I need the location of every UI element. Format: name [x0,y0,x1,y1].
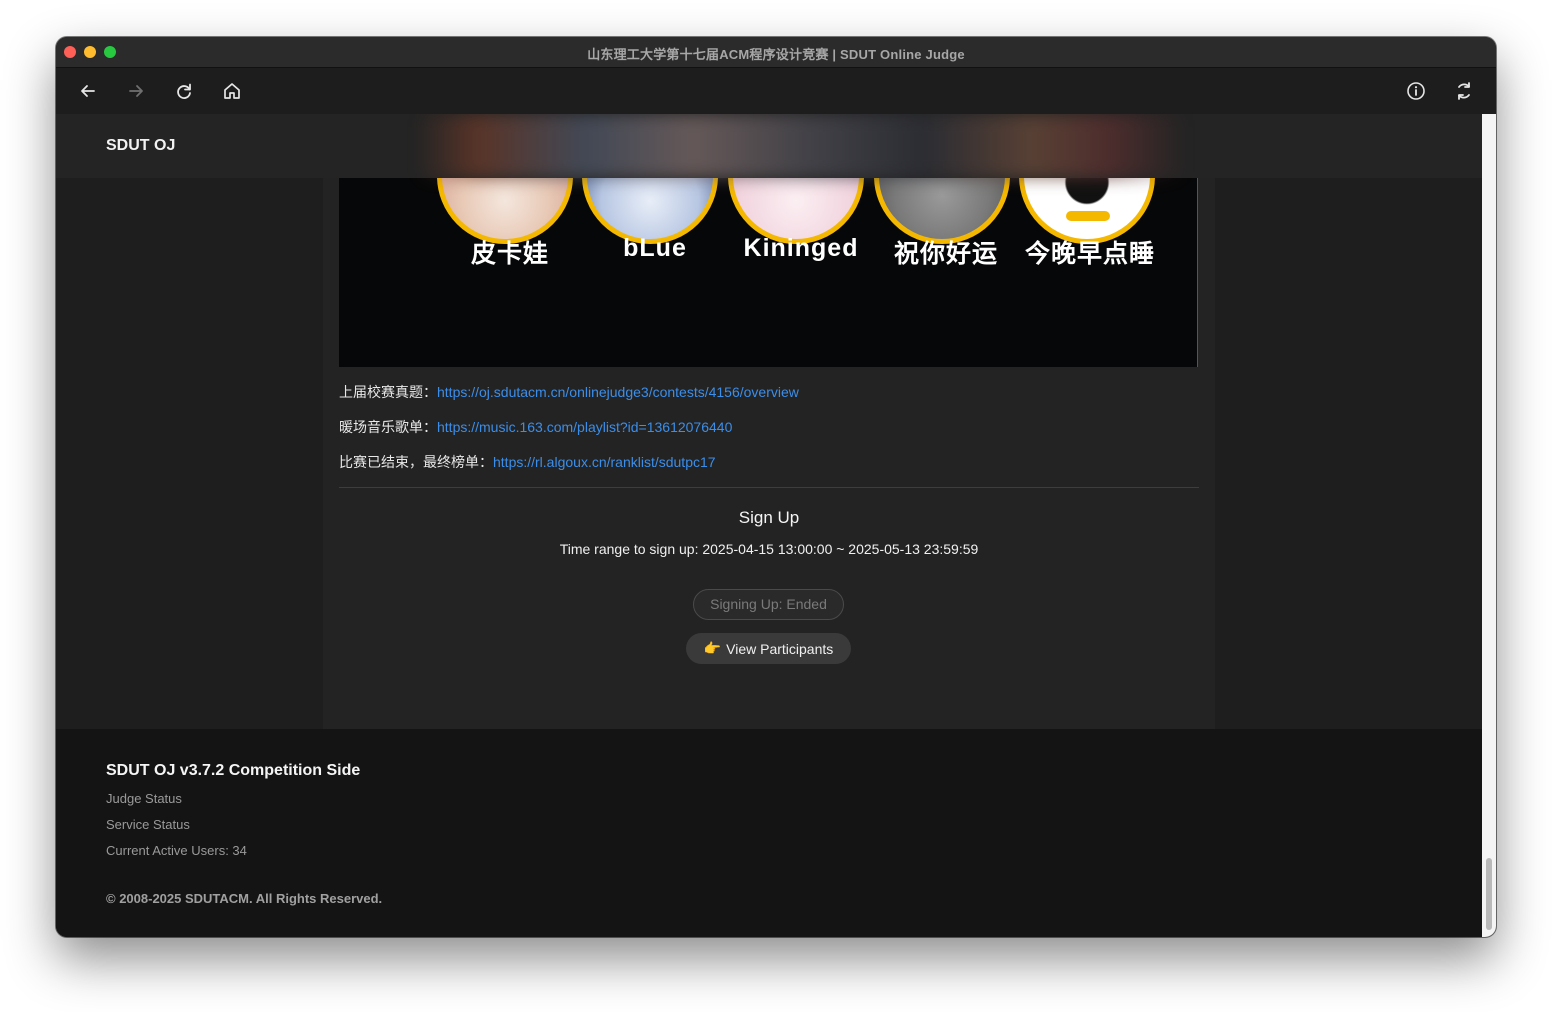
banner-name: 今晚早点睡 [1024,240,1155,268]
section-divider [339,487,1199,488]
site-navbar: SDUT OJ [56,114,1482,178]
back-arrow-icon[interactable] [76,79,100,103]
last-contest-link[interactable]: https://oj.sdutacm.cn/onlinejudge3/conte… [437,384,799,400]
site-footer: SDUT OJ v3.7.2 Competition Side Judge St… [56,729,1482,937]
penguin-beak [1066,211,1110,221]
banner-name: bLue [623,234,687,262]
judge-status-link[interactable]: Judge Status [106,791,182,806]
sync-icon[interactable] [1452,79,1476,103]
forward-arrow-icon[interactable] [124,79,148,103]
last-contest-line: 上届校赛真题：https://oj.sdutacm.cn/onlinejudge… [339,382,799,402]
browser-window: 山东理工大学第十七届ACM程序设计竞赛 | SDUT Online Judge [56,37,1496,937]
view-participants-label: View Participants [726,640,834,657]
last-contest-label: 上届校赛真题： [339,384,437,400]
active-users-count: Current Active Users: 34 [106,843,247,858]
service-status-link[interactable]: Service Status [106,817,190,832]
site-brand[interactable]: SDUT OJ [106,137,175,155]
banner-name: 皮卡娃 [470,240,549,268]
blurred-banner-top [416,114,1186,178]
ranklist-line: 比赛已结束，最终榜单：https://rl.algoux.cn/ranklist… [339,452,716,472]
music-line: 暖场音乐歌单：https://music.163.com/playlist?id… [339,417,732,437]
view-participants-button[interactable]: 👉 View Participants [686,633,851,664]
browser-toolbar [56,68,1496,115]
music-label: 暖场音乐歌单： [339,419,437,435]
info-icon[interactable] [1404,79,1428,103]
page-content: 皮卡娃 bLue Kininged 祝你好运 今晚早点睡 SDUT OJ 上届校… [56,114,1482,937]
contest-banner: 皮卡娃 bLue Kininged 祝你好运 今晚早点睡 [339,178,1198,367]
signup-title: Sign Up [738,508,800,527]
pointing-hand-icon: 👉 [703,640,722,656]
copyright: © 2008-2025 SDUTACM. All Rights Reserved… [106,891,383,906]
window-title: 山东理工大学第十七届ACM程序设计竞赛 | SDUT Online Judge [587,47,965,62]
scrollbar-thumb[interactable] [1486,858,1492,930]
left-margin [56,178,323,729]
music-link[interactable]: https://music.163.com/playlist?id=136120… [437,419,732,435]
ranklist-label: 比赛已结束，最终榜单： [339,454,493,470]
home-icon[interactable] [220,79,244,103]
reload-icon[interactable] [172,79,196,103]
scrollbar-track[interactable] [1482,114,1496,937]
ranklist-link[interactable]: https://rl.algoux.cn/ranklist/sdutpc17 [493,454,716,470]
title-bar: 山东理工大学第十七届ACM程序设计竞赛 | SDUT Online Judge [56,37,1496,68]
banner-name: 祝你好运 [893,240,998,268]
banner-name: Kininged [743,234,859,262]
right-margin [1215,178,1482,729]
footer-title: SDUT OJ v3.7.2 Competition Side [106,762,361,779]
signup-time-range: Time range to sign up: 2025-04-15 13:00:… [559,541,979,557]
signup-status-button[interactable]: Signing Up: Ended [693,589,844,620]
